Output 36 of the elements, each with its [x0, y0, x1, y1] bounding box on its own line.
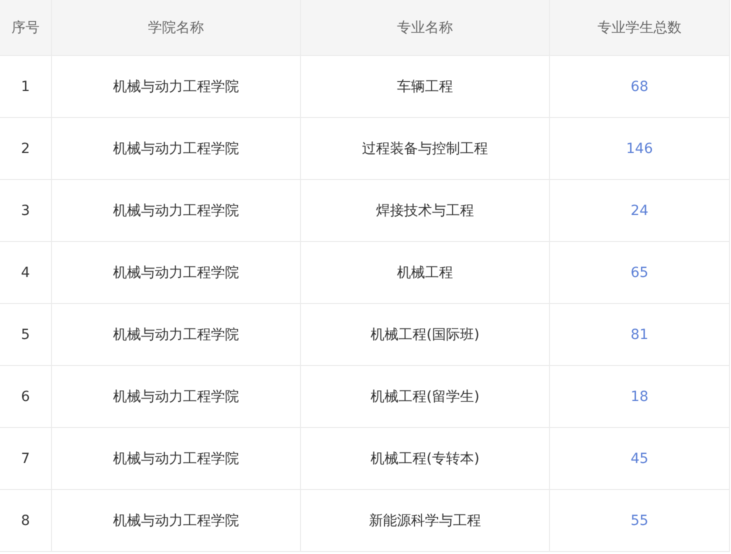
- column-header: 专业学生总数: [596, 18, 682, 38]
- count-link[interactable]: 55: [630, 512, 648, 528]
- table-cell: 机械工程: [301, 242, 550, 303]
- column-header: 专业名称: [301, 0, 550, 55]
- table-cell: 7: [0, 428, 52, 489]
- table-cell: 机械与动力工程学院: [52, 180, 301, 241]
- table-cell: 机械与动力工程学院: [52, 242, 301, 303]
- table-cell: 机械与动力工程学院: [52, 366, 301, 427]
- table-cell: 机械工程(专转本): [301, 428, 550, 489]
- table-cell: 机械工程(国际班): [301, 304, 550, 365]
- table-cell: 1: [0, 56, 52, 117]
- table-cell: 新能源科学与工程: [301, 490, 550, 551]
- count-link[interactable]: 18: [630, 388, 648, 404]
- count-link[interactable]: 146: [626, 140, 653, 156]
- table-cell: 3: [0, 180, 52, 241]
- table-cell: 机械与动力工程学院: [52, 490, 301, 551]
- column-header: 学院名称: [52, 0, 301, 55]
- count-link[interactable]: 45: [630, 450, 648, 466]
- table-cell: 车辆工程: [301, 56, 550, 117]
- table-cell: 2: [0, 118, 52, 179]
- count-link[interactable]: 68: [630, 78, 648, 94]
- count-link[interactable]: 65: [630, 264, 648, 280]
- table-cell: 机械与动力工程学院: [52, 428, 301, 489]
- table-cell: 过程装备与控制工程: [301, 118, 550, 179]
- table-cell: 5: [0, 304, 52, 365]
- table-cell: 机械与动力工程学院: [52, 304, 301, 365]
- table-cell: 6: [0, 366, 52, 427]
- count-link[interactable]: 81: [630, 326, 648, 342]
- table-cell: 机械与动力工程学院: [52, 56, 301, 117]
- table-cell: 8: [0, 490, 52, 551]
- table-cell: 机械工程(留学生): [301, 366, 550, 427]
- table-cell: 机械与动力工程学院: [52, 118, 301, 179]
- column-header: 序号: [0, 0, 52, 55]
- table-cell: 4: [0, 242, 52, 303]
- table-cell: 焊接技术与工程: [301, 180, 550, 241]
- count-link[interactable]: 24: [630, 202, 648, 218]
